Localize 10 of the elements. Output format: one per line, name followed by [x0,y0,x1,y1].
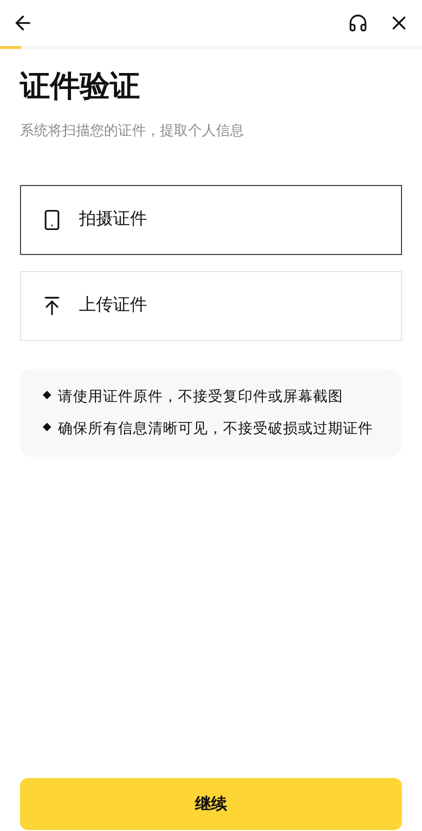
tip-text: 请使用证件原件，不接受复印件或屏幕截图 [58,388,343,407]
bullet-icon [42,422,52,432]
bullet-icon [42,390,52,400]
continue-button[interactable]: 继续 [20,778,402,830]
tip-text: 确保所有信息清晰可见，不接受破损或过期证件 [58,420,373,439]
option-card[interactable]: 拍摄证件 [20,185,402,255]
page-title: 证件验证 [20,68,141,106]
option-card[interactable]: 上传证件 [20,271,402,341]
subtitle: 系统将扫描您的证件，提取个人信息 [20,122,245,141]
headphones-icon [348,13,368,33]
